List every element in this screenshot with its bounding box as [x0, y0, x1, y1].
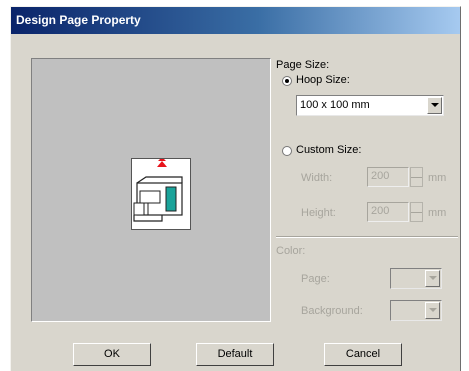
chevron-down-icon[interactable]	[425, 302, 440, 319]
custom-size-label[interactable]: Custom Size:	[296, 144, 361, 156]
custom-size-radio[interactable]	[282, 146, 292, 156]
title-bar[interactable]: Design Page Property	[11, 7, 460, 34]
sewing-machine-graphic	[133, 157, 183, 222]
background-color-label: Background:	[301, 305, 363, 317]
page-color-select[interactable]	[390, 268, 442, 289]
hoop-marker-icon	[157, 161, 167, 167]
page-color-label: Page:	[301, 273, 330, 285]
page-preview	[31, 58, 271, 322]
height-unit-label: mm	[428, 207, 447, 219]
color-label: Color:	[276, 245, 306, 257]
chevron-down-icon[interactable]	[425, 270, 440, 287]
width-label: Width:	[301, 172, 333, 184]
design-page-property-dialog: Design Page Property Page Size: Hoop Siz…	[10, 6, 461, 371]
cancel-button[interactable]: Cancel	[324, 343, 402, 366]
background-color-select[interactable]	[390, 300, 442, 321]
width-field[interactable]: 200	[367, 167, 409, 187]
hoop-size-radio[interactable]	[282, 76, 292, 86]
height-spinner[interactable]	[410, 202, 423, 222]
width-unit-label: mm	[428, 172, 447, 184]
height-value: 200	[371, 205, 390, 217]
ok-button[interactable]: OK	[73, 343, 151, 366]
hoop-size-label[interactable]: Hoop Size:	[296, 74, 350, 86]
width-value: 200	[371, 170, 390, 182]
sewing-machine-icon	[131, 157, 191, 230]
dialog-title: Design Page Property	[16, 13, 141, 27]
page-size-label: Page Size:	[276, 59, 330, 71]
width-spinner[interactable]	[410, 167, 423, 187]
group-separator	[276, 236, 458, 238]
height-label: Height:	[301, 207, 336, 219]
default-button[interactable]: Default	[196, 343, 274, 366]
height-field[interactable]: 200	[367, 202, 409, 222]
hoop-size-value: 100 x 100 mm	[300, 99, 370, 111]
chevron-down-icon[interactable]	[427, 97, 442, 114]
hoop-size-select[interactable]: 100 x 100 mm	[296, 95, 444, 116]
